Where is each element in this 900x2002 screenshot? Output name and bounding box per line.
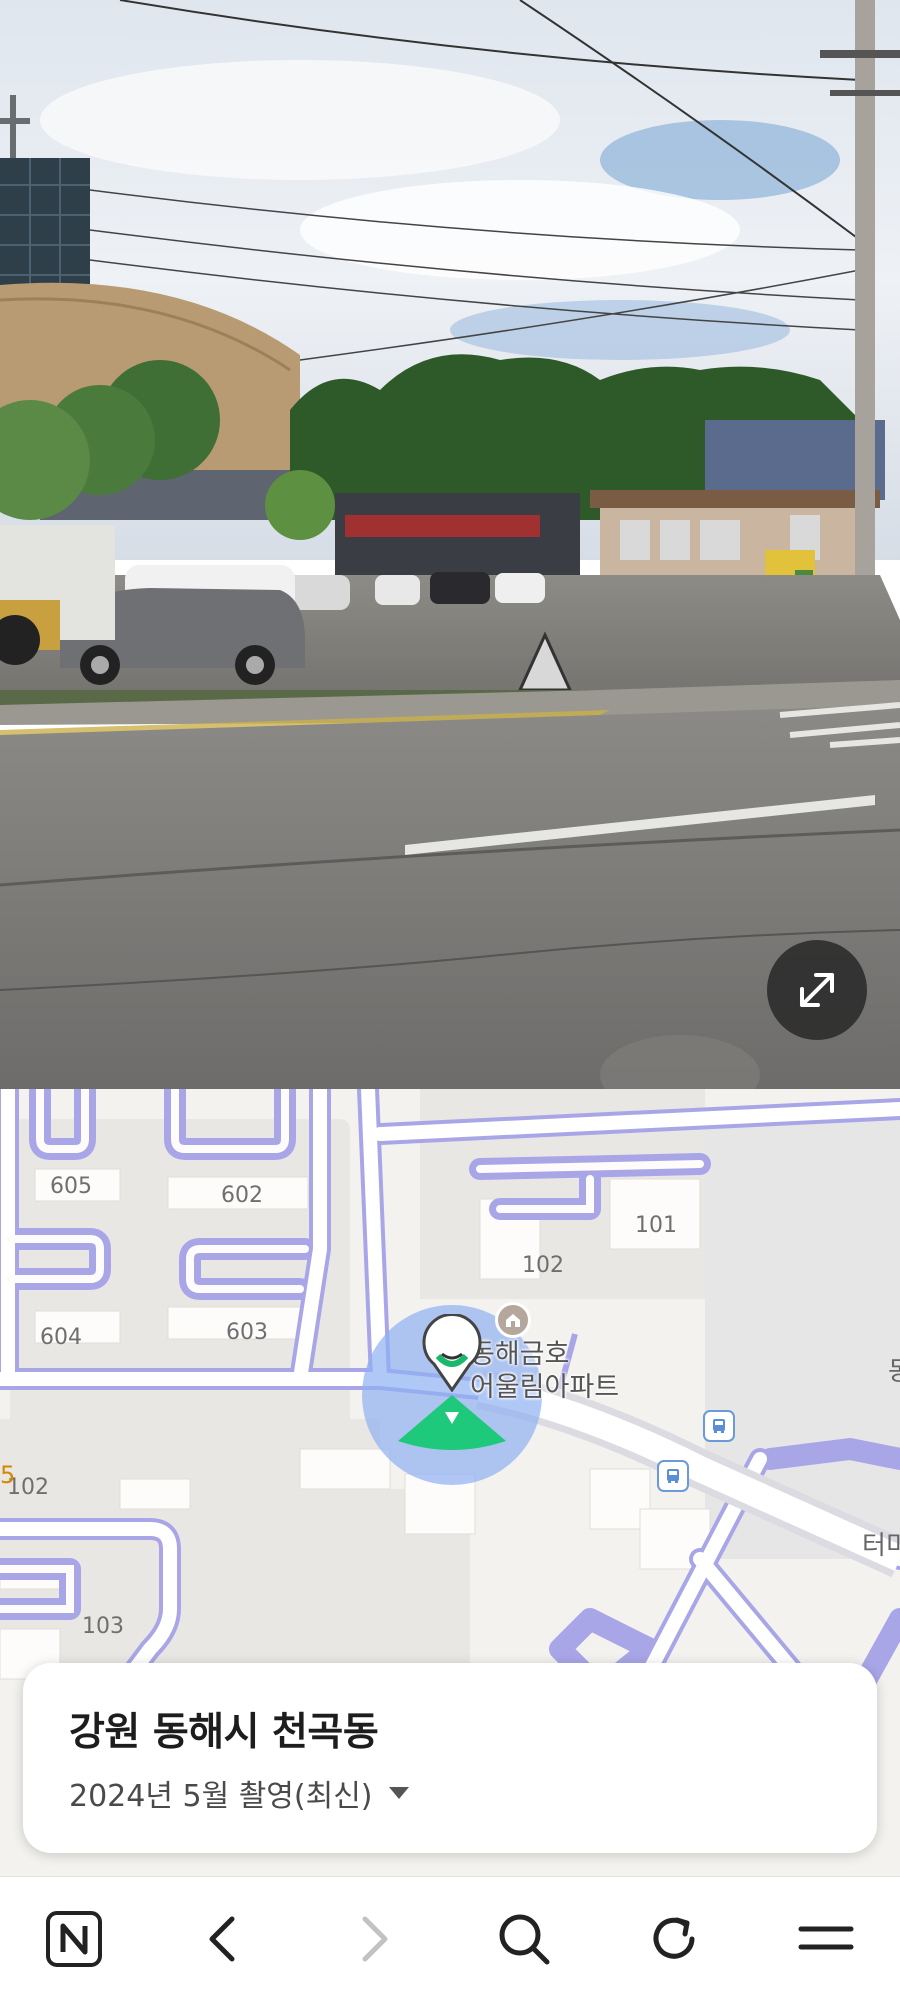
forward-arrow-icon [362, 1916, 388, 1962]
browser-bottom-bar [0, 1876, 900, 2002]
menu-icon [798, 1926, 854, 1950]
panorama-image [0, 0, 900, 1089]
naver-home-icon [46, 1911, 102, 1967]
menu-button[interactable] [794, 1907, 858, 1971]
search-button[interactable] [492, 1907, 556, 1971]
building-label: 605 [50, 1174, 92, 1199]
location-info-card: 강원 동해시 천곡동 2024년 5월 촬영(최신) [23, 1663, 877, 1853]
bus-icon [667, 1469, 679, 1483]
expand-arrows-icon [800, 973, 834, 1007]
map-edge-label-top: 동 [888, 1357, 900, 1387]
home-button[interactable] [42, 1907, 106, 1971]
back-button[interactable] [190, 1907, 254, 1971]
map-edge-number: 5 [0, 1461, 16, 1489]
poi-label-line2: 어울림아파트 [470, 1372, 620, 1403]
bus-icon [713, 1419, 725, 1433]
pegman-location-icon [422, 1314, 482, 1392]
bus-stop-marker[interactable] [657, 1460, 689, 1492]
location-title: 강원 동해시 천곡동 [69, 1710, 379, 1755]
refresh-button[interactable] [642, 1907, 706, 1971]
building-label: 602 [221, 1183, 263, 1208]
building-label: 101 [635, 1213, 677, 1238]
capture-date-dropdown[interactable]: 2024년 5월 촬영(최신) [69, 1771, 409, 1815]
apartment-poi-icon[interactable] [495, 1302, 531, 1338]
capture-date-label: 2024년 5월 촬영(최신) [69, 1779, 373, 1814]
current-position-marker[interactable] [420, 1314, 484, 1392]
map-edge-label: 터미 [862, 1531, 900, 1561]
bus-stop-marker[interactable] [703, 1410, 735, 1442]
building-label: 604 [40, 1325, 82, 1350]
poi-label-line1: 동해금호 [470, 1339, 570, 1370]
forward-button[interactable] [343, 1907, 407, 1971]
expand-view-button[interactable] [767, 940, 867, 1040]
refresh-icon [653, 1917, 695, 1959]
building-label: 102 [522, 1253, 564, 1278]
street-view-panorama[interactable] [0, 0, 900, 1089]
building-label: 603 [226, 1320, 268, 1345]
back-arrow-icon [209, 1916, 235, 1962]
apartment-poi-label[interactable]: 동해금호 어울림아파트 [470, 1338, 619, 1404]
building-label: 103 [82, 1614, 124, 1639]
search-icon [499, 1914, 550, 1965]
chevron-down-icon [388, 1787, 409, 1799]
house-icon [506, 1314, 520, 1327]
